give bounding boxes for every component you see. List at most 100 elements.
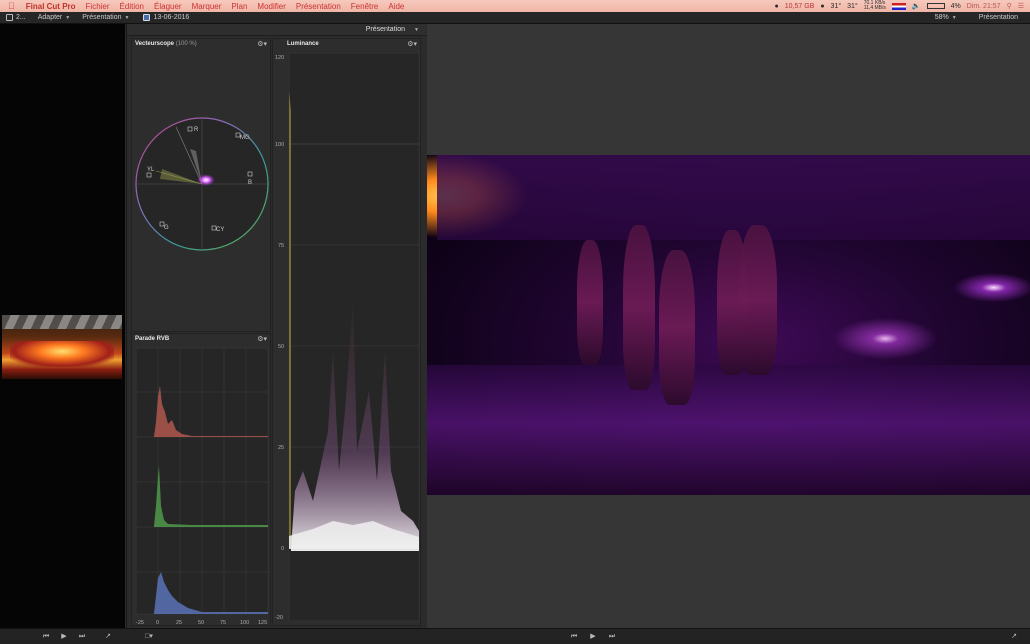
viewer-next-icon[interactable]: ⏭: [604, 632, 620, 642]
lum-tick-0: 0: [281, 546, 284, 552]
presentation-label: Présentation: [82, 14, 122, 21]
clip-thumbnail[interactable]: [2, 315, 122, 379]
menu-aide[interactable]: Aide: [383, 2, 409, 11]
temperature-2[interactable]: 31°: [847, 3, 858, 10]
target-yl: YL: [147, 167, 155, 173]
adapter-label: Adapter: [37, 14, 63, 21]
presentation-label-right: Présentation: [978, 14, 1018, 21]
viewer-toolbar: 2... Adapter ▼ Présentation ▼ 13-06-2016…: [0, 12, 1030, 24]
browser-panel: [0, 24, 126, 628]
menu-marquer[interactable]: Marquer: [187, 2, 227, 11]
tick-0: 0: [156, 620, 159, 626]
gear-icon[interactable]: ⚙▾: [407, 40, 417, 48]
next-icon[interactable]: ⏭: [74, 632, 90, 642]
tick-50: 50: [198, 620, 204, 626]
video-scopes: Présentation ▼ Vecteurscope (100 %) ⚙▾ R…: [127, 24, 427, 628]
volume-icon[interactable]: 🔈: [912, 2, 921, 10]
library-name: 2...: [16, 14, 26, 21]
zoom-menu[interactable]: 58% ▼: [929, 14, 963, 21]
chevron-down-icon: ▼: [124, 14, 130, 21]
play-icon[interactable]: ▶: [56, 632, 72, 642]
gear-icon[interactable]: ⚙▾: [257, 335, 267, 343]
menu-elaguer[interactable]: Élaguer: [149, 2, 187, 11]
vectorscope-title: Vecteurscope (100 %): [135, 41, 197, 47]
status-area: ● 10,57 GB ● 31° 31° 70,1 KB/s 11,4 MB/s…: [775, 1, 1030, 11]
target-g: G: [164, 225, 169, 231]
dancer: [739, 225, 777, 375]
battery-percent[interactable]: 4%: [951, 3, 961, 10]
expand-icon[interactable]: ↗: [100, 632, 116, 642]
viewer-previous-icon[interactable]: ⏮: [566, 632, 582, 642]
lum-tick-50: 50: [278, 344, 284, 350]
menu-fenetre[interactable]: Fenêtre: [346, 2, 384, 11]
disk-icon[interactable]: ●: [775, 3, 779, 10]
video-frame[interactable]: [427, 155, 1030, 495]
menu-edition[interactable]: Édition: [115, 2, 149, 11]
fullscreen-icon[interactable]: ↗: [1006, 632, 1022, 642]
viewer-play-icon[interactable]: ▶: [585, 632, 601, 642]
tick-125: 125: [258, 620, 267, 626]
disk-space[interactable]: 10,57 GB: [785, 3, 815, 10]
menu-plan[interactable]: Plan: [226, 2, 252, 11]
luminance-panel: Luminance ⚙▾ 120 100 75 50 25 0 -20: [272, 38, 421, 626]
search-icon[interactable]: ⚲: [1007, 2, 1012, 10]
lum-tick-120: 120: [275, 55, 284, 61]
tick-75: 75: [220, 620, 226, 626]
transform-icon[interactable]: □▾: [138, 632, 160, 642]
chevron-down-icon: ▼: [951, 14, 957, 21]
network-meter[interactable]: 70,1 KB/s 11,4 MB/s: [864, 1, 886, 11]
scopes-presentation-label[interactable]: Présentation: [366, 26, 405, 33]
net-down: 11,4 MB/s: [863, 5, 886, 11]
scopes-header: Présentation ▼: [127, 24, 427, 36]
luminance-graph: 120 100 75 50 25 0 -20: [275, 52, 420, 622]
project-name: 13-06-2016: [153, 14, 190, 21]
presentation-menu-left[interactable]: Présentation ▼: [76, 14, 135, 21]
vectorscope-graph: R MG B CY G YL: [135, 117, 269, 251]
vectorscope-panel: Vecteurscope (100 %) ⚙▾ R MG B CY G YL: [131, 38, 271, 332]
target-b: B: [248, 180, 252, 186]
tick-25: 25: [176, 620, 182, 626]
target-r: R: [194, 127, 199, 133]
target-cy: CY: [216, 227, 224, 233]
gear-icon[interactable]: ⚙▾: [257, 40, 267, 48]
clock[interactable]: Dim. 21:57: [967, 3, 1001, 10]
presentation-menu-right[interactable]: Présentation: [973, 14, 1024, 21]
lum-tick-75: 75: [278, 243, 284, 249]
menu-bar:  Final Cut Pro Fichier Édition Élaguer …: [0, 0, 1030, 12]
menu-modifier[interactable]: Modifier: [252, 2, 290, 11]
luminance-title: Luminance: [287, 41, 319, 47]
parade-graph: -25 0 25 50 75 100 125: [135, 347, 269, 626]
menu-app-name[interactable]: Final Cut Pro: [21, 2, 81, 11]
lum-tick-25: 25: [278, 445, 284, 451]
stage-backwall: [437, 155, 1030, 240]
dancer: [577, 240, 603, 365]
battery-icon[interactable]: [926, 3, 945, 9]
parade-title: Parade RVB: [135, 336, 170, 342]
menu-presentation[interactable]: Présentation: [291, 2, 346, 11]
tick-100: 100: [240, 620, 249, 626]
chevron-down-icon[interactable]: ▼: [414, 27, 419, 33]
previous-icon[interactable]: ⏮: [38, 632, 54, 642]
project-icon: [143, 14, 151, 21]
dancer: [659, 250, 695, 405]
dancer: [623, 225, 655, 390]
adapter-menu[interactable]: Adapter ▼: [32, 14, 76, 21]
menu-fichier[interactable]: Fichier: [81, 2, 115, 11]
target-mg: MG: [240, 135, 250, 141]
chevron-down-icon: ▼: [65, 14, 71, 21]
apple-icon[interactable]: : [0, 1, 21, 11]
stage-floor: [427, 365, 1030, 495]
bottom-transport-bar: ⏮ ▶ ⏭ ↗ □▾ ⏮ ▶ ⏭ ↗: [0, 628, 1030, 644]
temperature[interactable]: 31°: [831, 3, 842, 10]
list-icon[interactable]: ☰: [1018, 2, 1024, 10]
thumbnail-stage: [10, 341, 114, 367]
clapper-strip: [2, 315, 122, 329]
library-selector[interactable]: 2...: [0, 14, 32, 21]
vectorscope-trace: [197, 174, 215, 186]
project-title[interactable]: 13-06-2016: [137, 14, 195, 21]
flag-icon[interactable]: [891, 2, 906, 10]
record-icon[interactable]: ●: [820, 3, 824, 10]
zoom-level: 58%: [934, 14, 949, 21]
parade-rgb-panel: Parade RVB ⚙▾ -25 0 25 50 75 100 125: [131, 333, 271, 626]
viewer: [427, 24, 1030, 628]
